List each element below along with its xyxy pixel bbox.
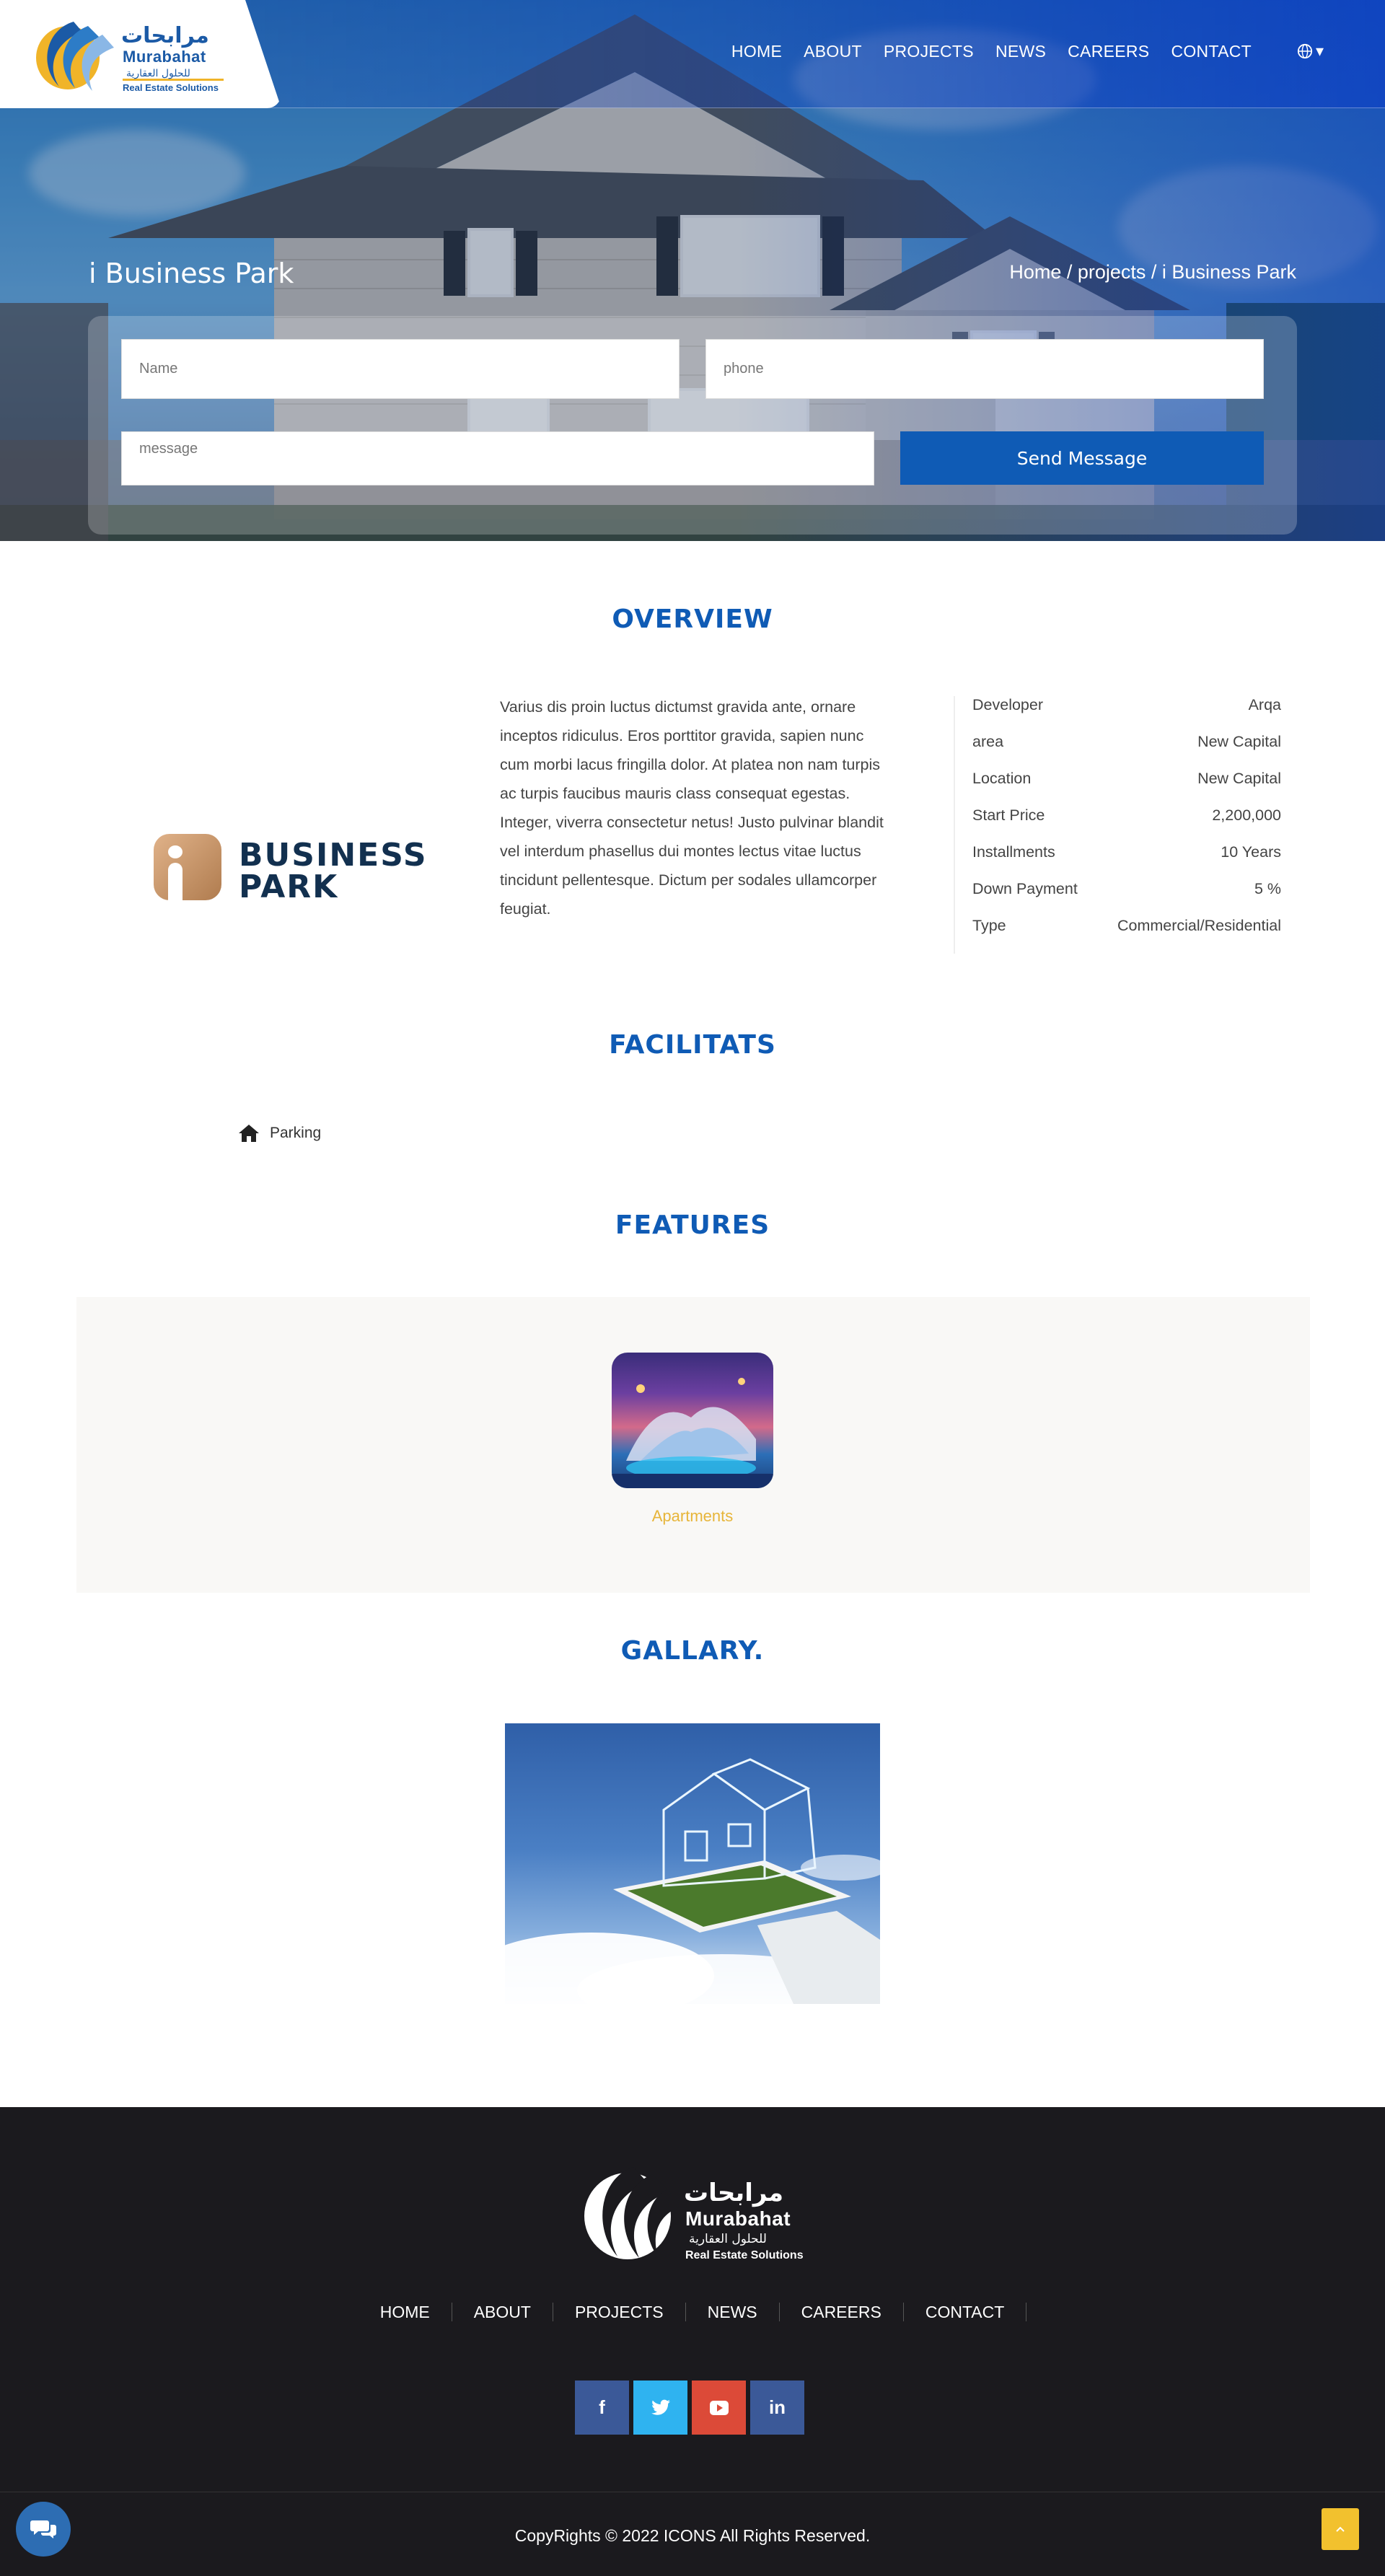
globe-icon <box>1297 43 1313 59</box>
linkedin-icon[interactable]: in <box>750 2381 804 2435</box>
footer-logo-arabic-subtitle: للحلول العقارية <box>689 2232 767 2246</box>
name-input[interactable]: Name <box>121 339 680 399</box>
footer-nav-contact[interactable]: CONTACT <box>904 2303 1027 2321</box>
spec-row: Developer Arqa <box>972 696 1281 733</box>
overview-heading: OVERVIEW <box>612 605 773 634</box>
phone-input[interactable]: phone <box>705 339 1264 399</box>
footer-nav-careers[interactable]: CAREERS <box>780 2303 904 2321</box>
language-selector[interactable]: ▾ <box>1297 42 1324 61</box>
logo-name: Murabahat <box>123 48 206 66</box>
overview-description: Varius dis proin luctus dictumst gravida… <box>500 698 884 918</box>
gallery-heading: GALLARY. <box>620 1636 765 1666</box>
spec-value: New Capital <box>1197 770 1281 787</box>
nav-home[interactable]: HOME <box>731 42 782 61</box>
spec-label: Location <box>972 770 1032 787</box>
spec-value: 2,200,000 <box>1212 806 1281 824</box>
nav-about[interactable]: ABOUT <box>804 42 862 61</box>
footer-nav: HOME ABOUT PROJECTS NEWS CAREERS CONTACT <box>0 2303 1385 2321</box>
scroll-to-top-button[interactable] <box>1322 2508 1359 2550</box>
spec-label: Start Price <box>972 806 1045 824</box>
chevron-down-icon: ▾ <box>1315 42 1324 60</box>
footer-nav-about[interactable]: ABOUT <box>452 2303 553 2321</box>
footer-logo-name: Murabahat <box>685 2207 791 2230</box>
spec-value: New Capital <box>1197 733 1281 750</box>
features-heading: FEATURES <box>615 1210 770 1240</box>
business-park-logo: BUSINESS PARK <box>154 831 428 905</box>
chat-button[interactable] <box>16 2502 71 2557</box>
send-message-button[interactable]: Send Message <box>900 431 1264 485</box>
facilities-heading: FACILITATS <box>609 1030 776 1060</box>
breadcrumb[interactable]: Home / projects / i Business Park <box>1009 261 1296 283</box>
nav-contact[interactable]: CONTACT <box>1171 42 1252 61</box>
chat-bubbles-icon <box>30 2520 56 2538</box>
spec-value: 10 Years <box>1221 843 1281 861</box>
spec-label: Installments <box>972 843 1055 861</box>
logo[interactable]: مرابحات Murabahat للحلول العقارية Real E… <box>0 0 281 108</box>
footer-logo-icon[interactable] <box>577 2157 678 2265</box>
footer-nav-projects[interactable]: PROJECTS <box>553 2303 686 2321</box>
spec-row: Start Price 2,200,000 <box>972 806 1281 843</box>
apartments-photo <box>612 1378 773 1488</box>
nav-news[interactable]: NEWS <box>995 42 1046 61</box>
footer-logo-arabic: مرابحات <box>684 2179 784 2207</box>
home-icon <box>239 1125 259 1142</box>
site-footer <box>0 2107 1385 2576</box>
footer-nav-home[interactable]: HOME <box>359 2303 452 2321</box>
logo-line-2: PARK <box>239 869 339 905</box>
business-park-i-icon <box>154 834 221 900</box>
feature-image[interactable] <box>612 1353 773 1488</box>
logo-arabic-text: مرابحات <box>121 23 209 48</box>
spec-row: Type Commercial/Residential <box>972 917 1281 954</box>
logo-subtitle: Real Estate Solutions <box>123 82 219 93</box>
spec-row: Down Payment 5 % <box>972 880 1281 917</box>
spec-label: Down Payment <box>972 880 1078 897</box>
youtube-icon[interactable] <box>692 2381 746 2435</box>
facility-item: Parking <box>238 1124 321 1143</box>
footer-nav-news[interactable]: NEWS <box>686 2303 780 2321</box>
spec-label: area <box>972 733 1004 750</box>
spec-value: Arqa <box>1248 696 1281 713</box>
house-on-tablet-photo <box>505 1758 880 2004</box>
chevron-up-icon <box>1336 2526 1345 2532</box>
spec-label: Developer <box>972 696 1043 713</box>
page-title: i Business Park <box>89 258 294 289</box>
message-textarea[interactable]: message <box>121 431 874 485</box>
social-links: f in <box>575 2381 804 2435</box>
feature-label[interactable]: Apartments <box>0 1507 1385 1526</box>
spec-value: Commercial/Residential <box>1117 917 1281 934</box>
main-nav: HOME ABOUT PROJECTS NEWS CAREERS CONTACT <box>710 42 1252 61</box>
logo-arabic-subtitle: للحلول العقارية <box>126 68 190 79</box>
gallery-image[interactable] <box>505 1723 880 2004</box>
spec-label: Type <box>972 917 1006 934</box>
footer-logo-subtitle: Real Estate Solutions <box>685 2249 804 2261</box>
spec-row: Location New Capital <box>972 770 1281 806</box>
nav-careers[interactable]: CAREERS <box>1068 42 1149 61</box>
project-specs: Developer Arqa area New Capital Location Ne… <box>954 696 1281 954</box>
spec-row: Installments 10 Years <box>972 843 1281 880</box>
spec-value: 5 % <box>1254 880 1281 897</box>
twitter-icon[interactable] <box>633 2381 687 2435</box>
murabahat-logo-icon <box>36 22 114 91</box>
copyright-text: CopyRights © 2022 ICONS All Rights Reser… <box>514 2526 871 2545</box>
spec-row: area New Capital <box>972 733 1281 770</box>
nav-projects[interactable]: PROJECTS <box>884 42 974 61</box>
facebook-icon[interactable]: f <box>575 2381 629 2435</box>
facility-label: Parking <box>270 1125 322 1141</box>
